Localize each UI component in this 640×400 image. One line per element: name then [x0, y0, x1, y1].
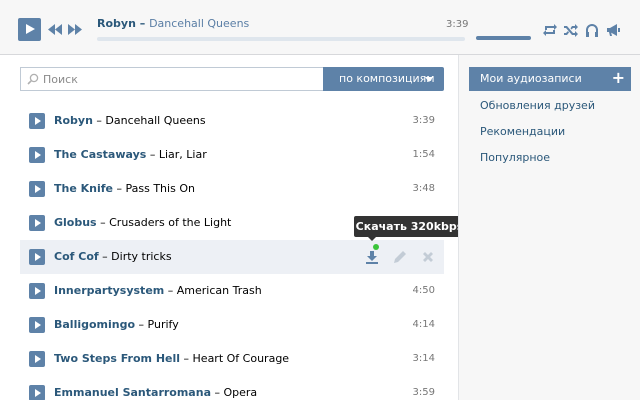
table-row[interactable]: Emmanuel Santarromana – Opera 3:59	[20, 376, 444, 400]
track-separator: –	[92, 114, 106, 127]
sidebar-item-popular[interactable]: Популярное	[480, 151, 550, 164]
track-artist[interactable]: Innerpartysystem	[54, 284, 164, 297]
track-duration: 3:59	[412, 387, 435, 398]
now-playing[interactable]: Robyn – Dancehall Queens	[97, 17, 249, 30]
now-playing-separator: –	[135, 17, 150, 30]
track-separator: –	[180, 352, 193, 365]
volume-slider[interactable]	[476, 36, 531, 40]
track-title: Dancehall Queens	[105, 114, 206, 127]
sidebar: Мои аудиозаписи + Обновления друзей Реко…	[458, 55, 640, 400]
headphones-icon[interactable]	[584, 22, 600, 38]
track-duration: 3:39	[412, 115, 435, 126]
play-icon[interactable]	[29, 385, 45, 400]
track-artist[interactable]: Two Steps From Hell	[54, 352, 180, 365]
track-title: Heart Of Courage	[192, 352, 290, 365]
track-duration: 3:48	[412, 183, 435, 194]
track-separator: –	[135, 318, 148, 331]
track-list: Robyn – Dancehall Queens 3:39 The Castaw…	[20, 104, 444, 400]
now-playing-artist[interactable]: Robyn	[97, 17, 136, 30]
track-artist[interactable]: The Knife	[54, 182, 113, 195]
track-artist[interactable]: Emmanuel Santarromana	[54, 386, 211, 399]
play-icon[interactable]	[29, 113, 45, 129]
track-title: Opera	[223, 386, 258, 399]
track-title: Pass This On	[125, 182, 195, 195]
now-playing-title: Dancehall Queens	[149, 17, 250, 30]
track-artist[interactable]: The Castaways	[54, 148, 146, 161]
search-input[interactable]	[43, 68, 313, 90]
play-icon[interactable]	[29, 317, 45, 333]
shuffle-icon[interactable]	[563, 22, 579, 38]
play-icon[interactable]	[29, 181, 45, 197]
track-artist[interactable]: Balligomingo	[54, 318, 135, 331]
table-row[interactable]: Two Steps From Hell – Heart Of Courage 3…	[20, 342, 444, 376]
download-icon[interactable]	[364, 249, 380, 265]
track-separator: –	[146, 148, 159, 161]
track-artist[interactable]: Robyn	[54, 114, 93, 127]
previous-icon[interactable]	[48, 24, 62, 35]
track-separator: –	[164, 284, 177, 297]
broadcast-icon[interactable]	[605, 22, 621, 38]
table-row[interactable]: The Knife – Pass This On 3:48	[20, 172, 444, 206]
play-icon[interactable]	[29, 283, 45, 299]
track-separator: –	[98, 250, 112, 263]
now-playing-time: 3:39	[446, 19, 469, 30]
sidebar-item-friends-updates[interactable]: Обновления друзей	[480, 99, 595, 112]
track-title: Dirty tricks	[111, 250, 172, 263]
track-duration: 4:50	[412, 285, 435, 296]
search-filter-label: по композициям	[339, 72, 435, 85]
edit-icon[interactable]	[392, 249, 408, 265]
track-artist[interactable]: Globus	[54, 216, 97, 229]
track-separator: –	[211, 386, 224, 399]
track-duration: 3:14	[412, 353, 435, 364]
track-separator: –	[96, 216, 110, 229]
play-icon[interactable]	[29, 351, 45, 367]
track-title: Liar, Liar	[158, 148, 207, 161]
delete-icon[interactable]	[420, 249, 436, 265]
repeat-icon[interactable]	[542, 22, 558, 38]
play-button[interactable]	[18, 18, 41, 41]
track-title: American Trash	[176, 284, 262, 297]
play-icon[interactable]	[29, 249, 45, 265]
track-title: Crusaders of the Light	[109, 216, 232, 229]
sidebar-item-label: Мои аудиозаписи	[480, 72, 582, 85]
play-icon[interactable]	[29, 147, 45, 163]
status-dot	[373, 244, 379, 250]
table-row[interactable]: The Castaways – Liar, Liar 1:54	[20, 138, 444, 172]
table-row[interactable]: Robyn – Dancehall Queens 3:39	[20, 104, 444, 138]
table-row[interactable]: Cof Cof – Dirty tricks	[20, 240, 444, 274]
track-duration: 4:14	[412, 319, 435, 330]
table-row[interactable]: Innerpartysystem – American Trash 4:50	[20, 274, 444, 308]
search-box[interactable]	[20, 67, 323, 91]
sidebar-item-my-audio[interactable]: Мои аудиозаписи +	[469, 67, 631, 91]
track-artist[interactable]: Cof Cof	[54, 250, 99, 263]
progress-bar[interactable]	[97, 37, 465, 41]
search-filter-dropdown[interactable]: по композициям	[323, 67, 444, 91]
table-row[interactable]: Balligomingo – Purify 4:14	[20, 308, 444, 342]
add-icon[interactable]: +	[612, 67, 625, 89]
track-title: Purify	[147, 318, 179, 331]
play-icon[interactable]	[29, 215, 45, 231]
track-duration: 1:54	[412, 149, 435, 160]
search-icon	[27, 73, 39, 85]
chevron-down-icon	[425, 77, 433, 82]
download-tooltip: Скачать 320kbps	[354, 216, 465, 241]
sidebar-item-recommendations[interactable]: Рекомендации	[480, 125, 565, 138]
audio-player-bar: Robyn – Dancehall Queens 3:39	[0, 0, 640, 55]
track-separator: –	[113, 182, 126, 195]
next-icon[interactable]	[68, 24, 82, 35]
